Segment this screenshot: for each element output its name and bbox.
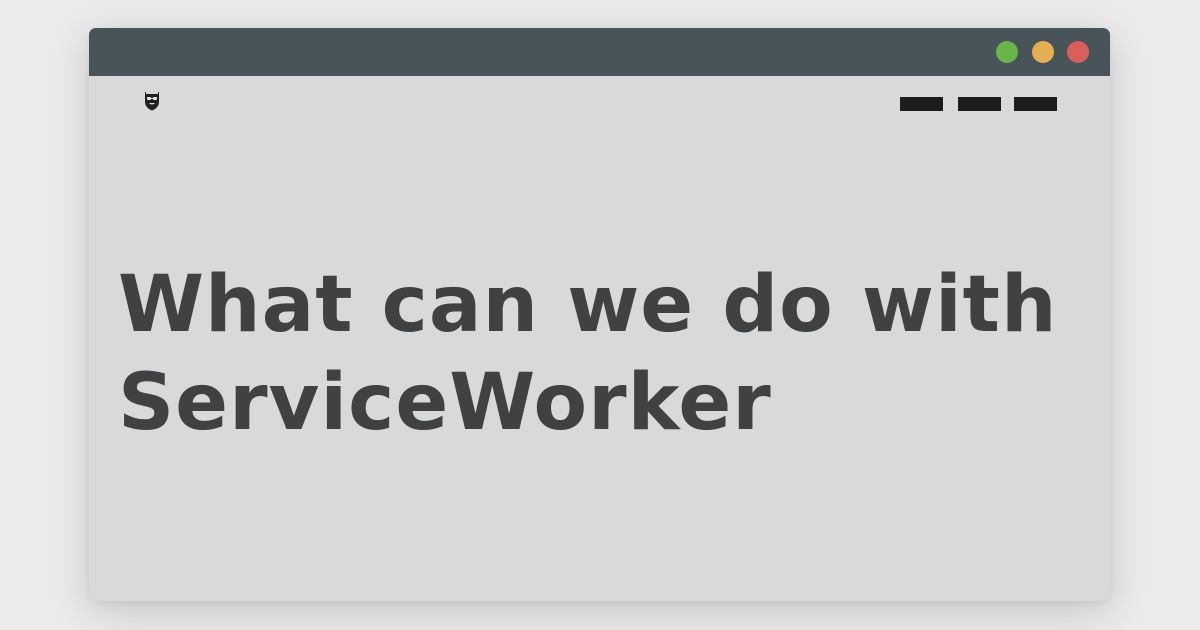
close-button[interactable] (1067, 41, 1089, 63)
page-title-line-2: ServiceWorker (118, 358, 772, 448)
page-title-line-1: What can we do with (118, 260, 1058, 350)
minimize-button[interactable] (1032, 41, 1054, 63)
nav-item-3[interactable] (1014, 97, 1057, 111)
maximize-button[interactable] (996, 41, 1018, 63)
nav-item-1[interactable] (900, 97, 943, 111)
browser-window: What can we do with ServiceWorker (89, 28, 1110, 601)
site-logo-icon[interactable] (144, 91, 160, 111)
nav-item-2[interactable] (958, 97, 1001, 111)
window-titlebar (89, 28, 1110, 76)
page-title: What can we do with ServiceWorker (118, 256, 1078, 452)
